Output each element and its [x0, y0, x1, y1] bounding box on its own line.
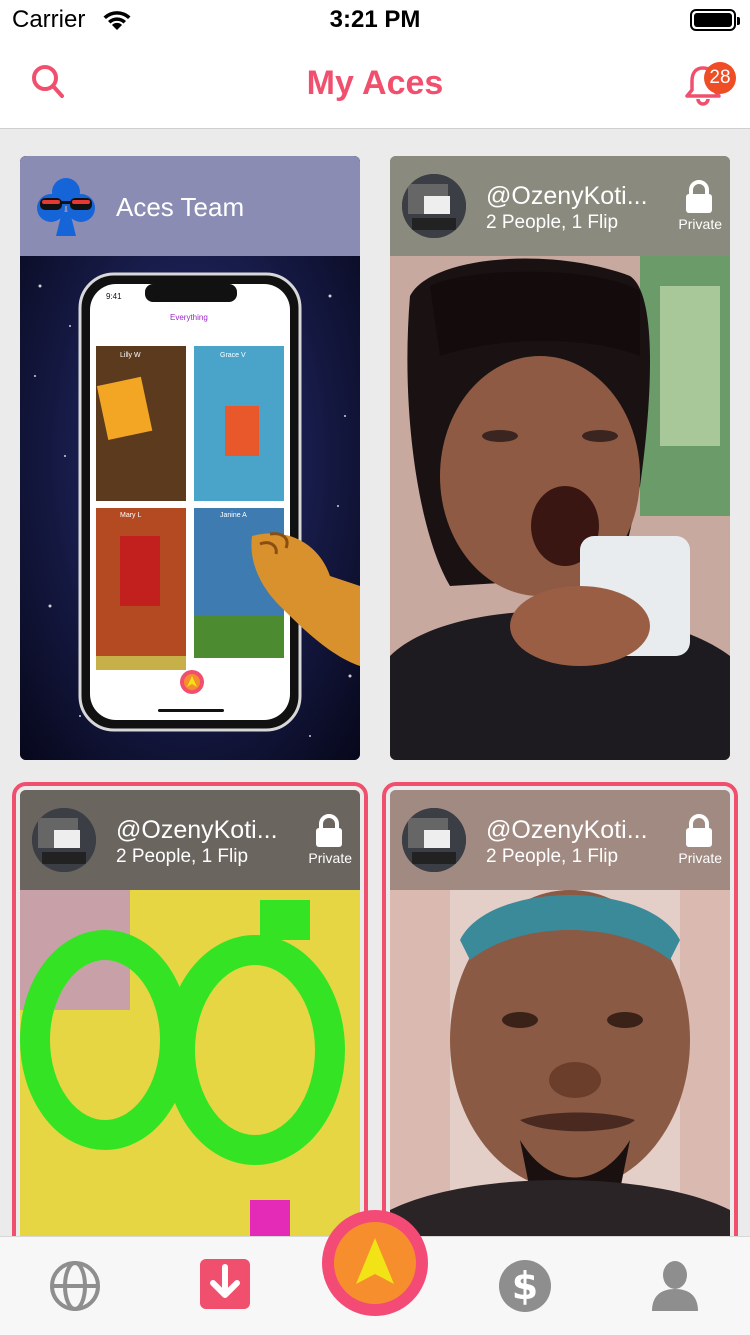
aces-logo-icon [37, 178, 95, 236]
globe-icon[interactable] [48, 1259, 102, 1313]
promo-tile-label: Grace V [220, 352, 246, 359]
nav-bar: My Aces 28 [0, 40, 750, 129]
promo-tile-label: Mary L [120, 512, 142, 519]
lock-icon [686, 180, 712, 213]
promo-phone-time: 9:41 [106, 292, 122, 301]
ace-button[interactable] [322, 1210, 428, 1316]
card-image [20, 156, 360, 760]
page-title: My Aces [306, 64, 444, 102]
card-title: @OzenyKoti... [116, 816, 278, 844]
card-subtitle: 2 People, 1 Flip [486, 846, 619, 867]
avatar [402, 174, 466, 238]
privacy-label: Private [678, 850, 722, 866]
privacy-label: Private [308, 850, 352, 866]
privacy-label: Private [678, 216, 722, 232]
lock-icon [316, 814, 342, 847]
card-title: @OzenyKoti... [486, 182, 648, 210]
card-title: Aces Team [116, 192, 245, 222]
svg-text:$: $ [512, 1264, 538, 1308]
download-icon[interactable] [200, 1259, 250, 1309]
clock: 3:21 PM [329, 6, 421, 33]
promo-tile-label: Lilly W [120, 352, 141, 359]
card-ace[interactable]: @OzenyKoti... 2 People, 1 Flip Private [382, 782, 738, 1258]
card-header: @OzenyKoti... 2 People, 1 Flip Private [390, 156, 730, 256]
lock-icon [686, 814, 712, 847]
card-ace[interactable]: @OzenyKoti... 2 People, 1 Flip Private [390, 156, 730, 760]
notification-badge: 28 [704, 62, 736, 94]
avatar [402, 808, 466, 872]
dollar-icon[interactable]: $ [498, 1259, 552, 1313]
card-subtitle: 2 People, 1 Flip [486, 212, 619, 233]
avatar [32, 808, 96, 872]
card-header: @OzenyKoti... 2 People, 1 Flip Private [390, 790, 730, 890]
promo-tile-label: Janine A [220, 512, 247, 519]
card-title: @OzenyKoti... [486, 816, 648, 844]
card-aces-team[interactable]: 9:41 Everything Lilly W Grace V Mary L J… [20, 156, 360, 760]
profile-icon[interactable] [650, 1259, 700, 1313]
card-subtitle: 2 People, 1 Flip [116, 846, 249, 867]
card-ace[interactable]: @OzenyKoti... 2 People, 1 Flip Private [12, 782, 368, 1258]
status-bar: Carrier 3:21 PM [0, 0, 750, 40]
ace-arrow-icon [356, 1238, 394, 1284]
battery-icon [690, 9, 740, 31]
promo-phone-title: Everything [170, 313, 208, 322]
card-header: @OzenyKoti... 2 People, 1 Flip Private [20, 790, 360, 890]
